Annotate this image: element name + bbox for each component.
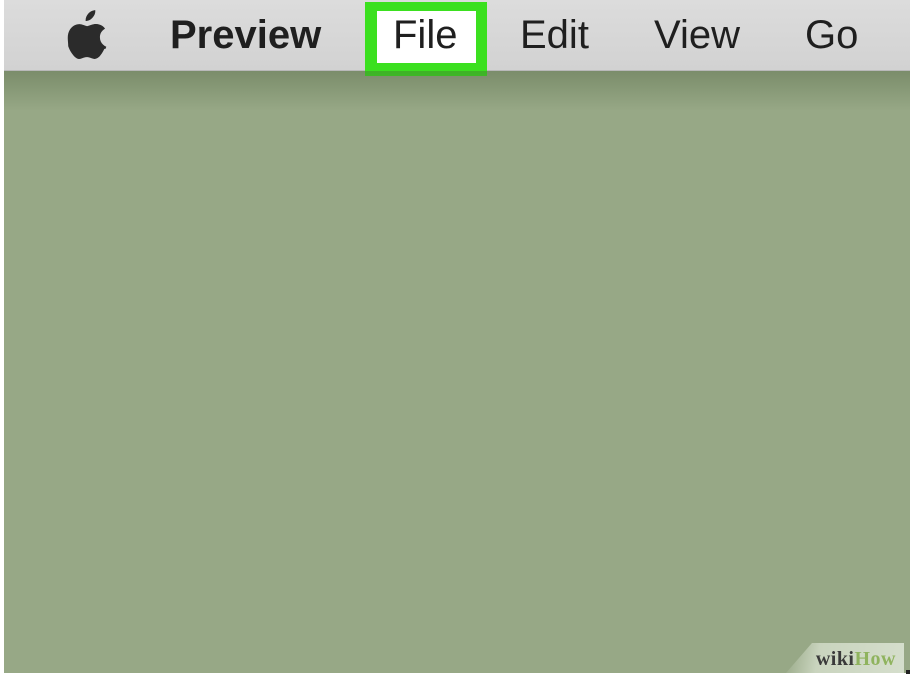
- screen: Preview File Edit View Go wikiHow: [4, 0, 910, 673]
- corner-mark: [906, 670, 910, 674]
- watermark-logo: wikiHow: [816, 648, 896, 671]
- menu-bar-shadow: [4, 71, 910, 111]
- watermark-part2: How: [854, 648, 896, 670]
- menu-edit[interactable]: Edit: [520, 12, 589, 58]
- menu-go[interactable]: Go: [805, 12, 858, 58]
- menu-file[interactable]: File: [393, 12, 457, 58]
- menu-bar: Preview File Edit View Go: [4, 0, 910, 76]
- menu-view[interactable]: View: [654, 12, 740, 58]
- watermark-part1: wiki: [815, 648, 855, 670]
- apple-logo-icon[interactable]: [66, 10, 110, 60]
- menu-app-name[interactable]: Preview: [170, 12, 321, 58]
